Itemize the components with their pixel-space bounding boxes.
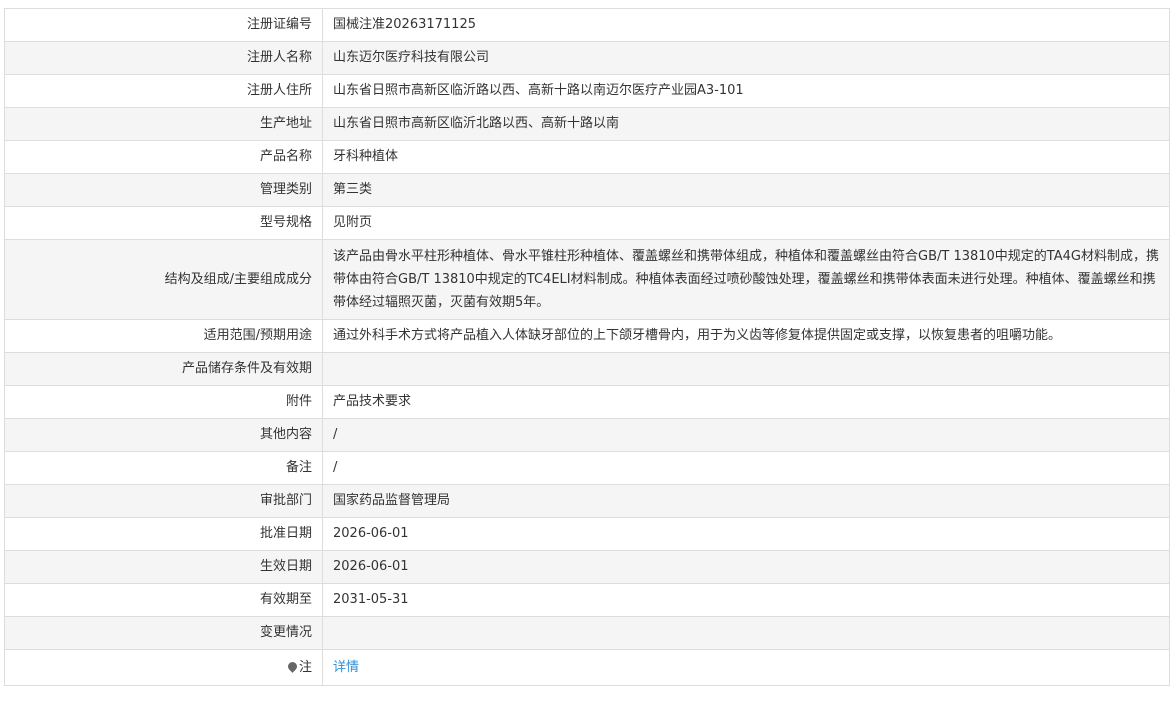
label-structure-composition: 结构及组成/主要组成成分	[4, 239, 323, 320]
row-note: 注 详情	[4, 649, 1170, 686]
label-valid-until: 有效期至	[4, 583, 323, 617]
label-model-spec: 型号规格	[4, 206, 323, 240]
registration-detail-table: 注册证编号 国械注准20263171125 注册人名称 山东迈尔医疗科技有限公司…	[4, 8, 1170, 686]
row-structure-composition: 结构及组成/主要组成成分 该产品由骨水平柱形种植体、骨水平锥柱形种植体、覆盖螺丝…	[4, 239, 1170, 320]
label-change-status: 变更情况	[4, 616, 323, 650]
row-registrant-address: 注册人住所 山东省日照市高新区临沂路以西、高新十路以南迈尔医疗产业园A3-101	[4, 74, 1170, 108]
label-registrant-name: 注册人名称	[4, 41, 323, 75]
pin-icon	[286, 659, 299, 673]
value-approval-department: 国家药品监督管理局	[322, 484, 1170, 518]
label-intended-use: 适用范围/预期用途	[4, 319, 323, 353]
label-attachment: 附件	[4, 385, 323, 419]
value-valid-until: 2031-05-31	[322, 583, 1170, 617]
value-production-address: 山东省日照市高新区临沂北路以西、高新十路以南	[322, 107, 1170, 141]
row-registration-number: 注册证编号 国械注准20263171125	[4, 8, 1170, 42]
label-effective-date: 生效日期	[4, 550, 323, 584]
value-model-spec: 见附页	[322, 206, 1170, 240]
row-product-name: 产品名称 牙科种植体	[4, 140, 1170, 174]
value-attachment: 产品技术要求	[322, 385, 1170, 419]
value-effective-date: 2026-06-01	[322, 550, 1170, 584]
value-intended-use: 通过外科手术方式将产品植入人体缺牙部位的上下颌牙槽骨内，用于为义齿等修复体提供固…	[322, 319, 1170, 353]
label-storage-validity: 产品储存条件及有效期	[4, 352, 323, 386]
value-structure-composition: 该产品由骨水平柱形种植体、骨水平锥柱形种植体、覆盖螺丝和携带体组成，种植体和覆盖…	[322, 239, 1170, 320]
row-intended-use: 适用范围/预期用途 通过外科手术方式将产品植入人体缺牙部位的上下颌牙槽骨内，用于…	[4, 319, 1170, 353]
value-change-status	[322, 616, 1170, 650]
note-label: 注	[298, 659, 312, 675]
details-link[interactable]: 详情	[333, 660, 359, 675]
row-valid-until: 有效期至 2031-05-31	[4, 583, 1170, 617]
label-other-content: 其他内容	[4, 418, 323, 452]
label-remarks: 备注	[4, 451, 323, 485]
label-registration-number: 注册证编号	[4, 8, 323, 42]
value-registrant-address: 山东省日照市高新区临沂路以西、高新十路以南迈尔医疗产业园A3-101	[322, 74, 1170, 108]
label-approval-date: 批准日期	[4, 517, 323, 551]
row-storage-validity: 产品储存条件及有效期	[4, 352, 1170, 386]
value-product-name: 牙科种植体	[322, 140, 1170, 174]
row-registrant-name: 注册人名称 山东迈尔医疗科技有限公司	[4, 41, 1170, 75]
value-remarks: /	[322, 451, 1170, 485]
value-other-content: /	[322, 418, 1170, 452]
value-note: 详情	[322, 649, 1170, 686]
value-registration-number: 国械注准20263171125	[322, 8, 1170, 42]
label-registrant-address: 注册人住所	[4, 74, 323, 108]
label-production-address: 生产地址	[4, 107, 323, 141]
row-effective-date: 生效日期 2026-06-01	[4, 550, 1170, 584]
value-storage-validity	[322, 352, 1170, 386]
row-remarks: 备注 /	[4, 451, 1170, 485]
value-management-category: 第三类	[322, 173, 1170, 207]
label-management-category: 管理类别	[4, 173, 323, 207]
row-production-address: 生产地址 山东省日照市高新区临沂北路以西、高新十路以南	[4, 107, 1170, 141]
registration-detail-panel: 注册证编号 国械注准20263171125 注册人名称 山东迈尔医疗科技有限公司…	[4, 8, 1170, 686]
value-registrant-name: 山东迈尔医疗科技有限公司	[322, 41, 1170, 75]
row-approval-date: 批准日期 2026-06-01	[4, 517, 1170, 551]
row-attachment: 附件 产品技术要求	[4, 385, 1170, 419]
label-approval-department: 审批部门	[4, 484, 323, 518]
value-approval-date: 2026-06-01	[322, 517, 1170, 551]
row-approval-department: 审批部门 国家药品监督管理局	[4, 484, 1170, 518]
row-model-spec: 型号规格 见附页	[4, 206, 1170, 240]
label-note: 注	[4, 649, 323, 686]
row-other-content: 其他内容 /	[4, 418, 1170, 452]
row-change-status: 变更情况	[4, 616, 1170, 650]
label-product-name: 产品名称	[4, 140, 323, 174]
row-management-category: 管理类别 第三类	[4, 173, 1170, 207]
